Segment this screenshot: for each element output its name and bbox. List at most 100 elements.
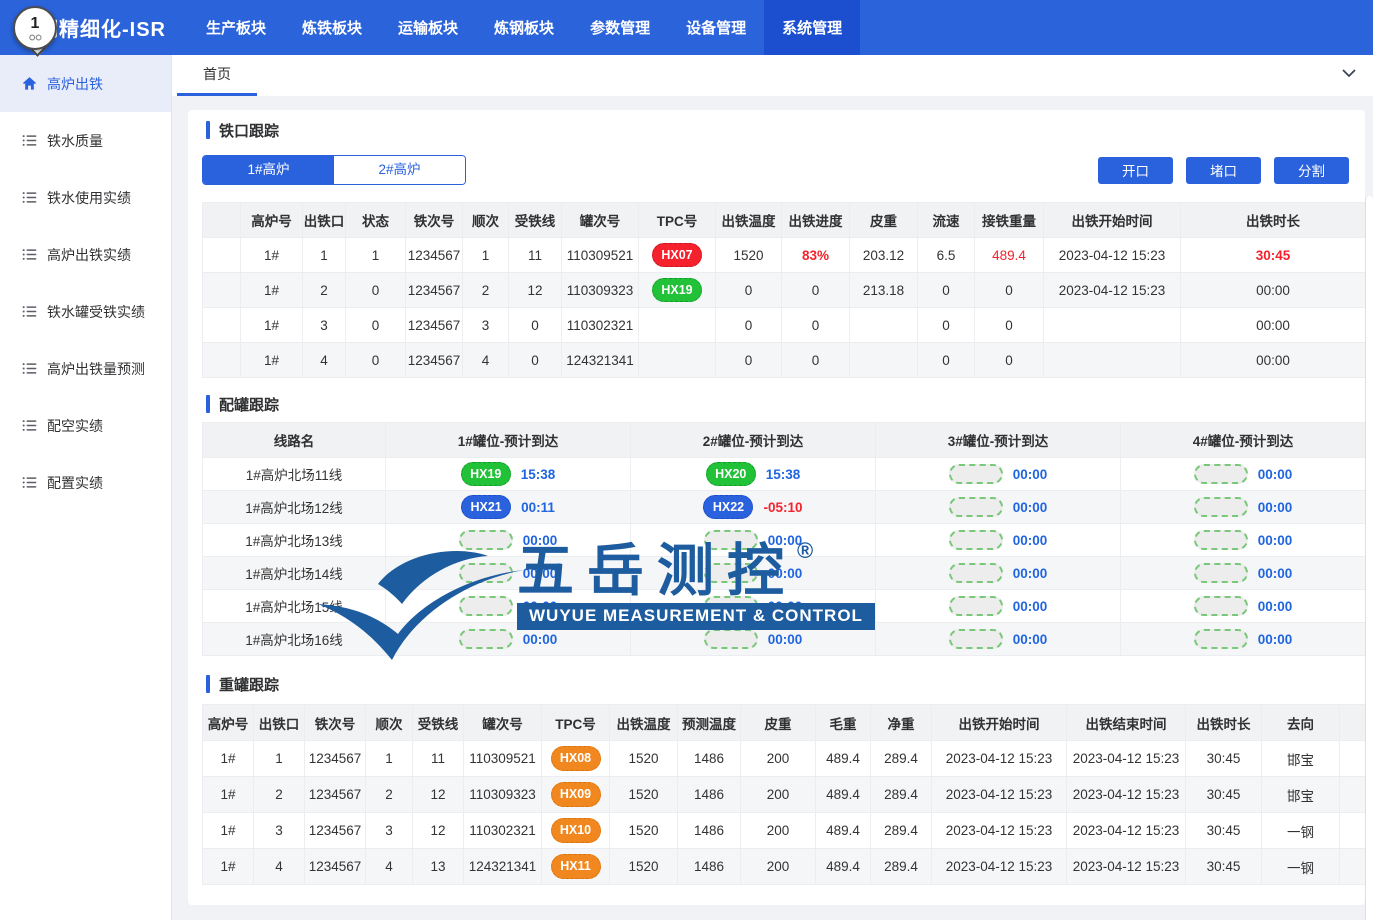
- column-header: 3#罐位-预计到达: [876, 423, 1121, 458]
- eta-time: 00:00: [768, 566, 803, 581]
- table-cell: 289.4: [871, 849, 932, 885]
- tpc-pill[interactable]: HX08: [551, 746, 601, 771]
- table-cell: 6.5: [918, 238, 975, 273]
- table-cell: 11: [509, 238, 562, 273]
- nav-item-6[interactable]: 设备管理: [668, 0, 764, 55]
- table-row[interactable]: 1#高炉北场13线00:0000:0000:0000:00: [203, 524, 1366, 557]
- chevron-down-icon[interactable]: [1341, 68, 1357, 78]
- table-row[interactable]: 1#31234567312110302321HX1015201486200489…: [203, 813, 1366, 849]
- table-cell: 1: [366, 741, 413, 777]
- sidebar-item-1[interactable]: 高炉出铁: [0, 55, 171, 112]
- table-cell: 1520: [610, 813, 678, 849]
- table-row[interactable]: 1#高炉北场12线HX2100:11HX22-05:1000:0000:00: [203, 491, 1366, 524]
- table-cell: 00:00: [1181, 273, 1366, 308]
- table-cell: 2: [254, 777, 305, 813]
- action-button-2[interactable]: 堵口: [1186, 157, 1261, 184]
- column-header: 出铁温度: [716, 203, 782, 238]
- tpc-pill[interactable]: HX11: [551, 854, 601, 879]
- action-button-3[interactable]: 分割: [1274, 157, 1349, 184]
- nav-item-3[interactable]: 运输板块: [380, 0, 476, 55]
- tpc-pill[interactable]: HX10: [551, 818, 601, 843]
- nav-item-4[interactable]: 炼钢板块: [476, 0, 572, 55]
- table-row[interactable]: 1#高炉北场15线00:0000:0000:0000:00: [203, 590, 1366, 623]
- eta-time: 00:00: [1258, 566, 1293, 581]
- table-cell: 4: [254, 849, 305, 885]
- list-icon: [22, 305, 37, 318]
- nav-item-1[interactable]: 生产板块: [188, 0, 284, 55]
- ladle-pill[interactable]: HX21: [461, 495, 511, 520]
- table-row[interactable]: 1#30123456730110302321000000:00: [203, 308, 1366, 343]
- table-cell: [203, 238, 241, 273]
- title-accent-bar: [206, 121, 210, 139]
- page-content: 铁口跟踪 1#高炉2#高炉 开口堵口分割 高炉号出铁口状态铁次号顺次受铁线罐次号…: [172, 96, 1373, 920]
- table-cell: [850, 343, 918, 378]
- action-button-1[interactable]: 开口: [1098, 157, 1173, 184]
- column-header: 出铁时长: [1181, 203, 1366, 238]
- ladle-pill[interactable]: HX22: [703, 495, 753, 520]
- table-cell: 30:45: [1186, 849, 1262, 885]
- table-cell: 0: [975, 343, 1044, 378]
- table-row[interactable]: 1#41234567413124321341HX1115201486200489…: [203, 849, 1366, 885]
- table-cell: 2: [366, 777, 413, 813]
- table-cell: 3: [303, 308, 346, 343]
- table-row[interactable]: 1#11234567111110309521HX0815201486200489…: [203, 741, 1366, 777]
- table-cell: 3: [463, 308, 509, 343]
- table-row[interactable]: 1#高炉北场11线HX1915:38HX2015:3800:0000:00: [203, 458, 1366, 491]
- nav-item-5[interactable]: 参数管理: [572, 0, 668, 55]
- table-row[interactable]: 1#201234567212110309323HX1900213.1800202…: [203, 273, 1366, 308]
- sidebar-item-6[interactable]: 高炉出铁量预测: [0, 340, 171, 397]
- eta-time: 00:00: [1258, 467, 1293, 482]
- table-cell: [850, 308, 918, 343]
- nav-item-7[interactable]: 系统管理: [764, 0, 860, 55]
- eta-time: 00:00: [1013, 533, 1048, 548]
- table-row[interactable]: 1#40123456740124321341000000:00: [203, 343, 1366, 378]
- tpc-pill[interactable]: HX09: [551, 782, 601, 807]
- table-cell: 12: [413, 813, 464, 849]
- furnace-tab-1[interactable]: 1#高炉: [203, 156, 334, 184]
- table-cell: 0: [346, 308, 406, 343]
- table-row[interactable]: 1#111234567111110309521HX07152083%203.12…: [203, 238, 1366, 273]
- empty-slot-pill: [704, 530, 758, 550]
- table-row[interactable]: 1#高炉北场14线00:0000:0000:0000:00: [203, 557, 1366, 590]
- eta-time: 00:00: [1013, 566, 1048, 581]
- list-icon: [22, 248, 37, 261]
- vertical-scrollbar[interactable]: [1365, 196, 1373, 920]
- table-cell: 一钢: [1262, 813, 1340, 849]
- column-header: 预计: [1340, 705, 1366, 741]
- nav-item-2[interactable]: 炼铁板块: [284, 0, 380, 55]
- table-cell: 0: [782, 343, 850, 378]
- list-icon: [22, 419, 37, 432]
- ladle-pill[interactable]: HX20: [706, 462, 756, 487]
- line-name-cell: 1#高炉北场12线: [203, 491, 386, 524]
- table-row[interactable]: 1#21234567212110309323HX0915201486200489…: [203, 777, 1366, 813]
- table-cell: 4: [366, 849, 413, 885]
- slot-cell: 00:00: [386, 590, 631, 623]
- column-header: 出铁时长: [1186, 705, 1262, 741]
- sidebar-item-4[interactable]: 高炉出铁实绩: [0, 226, 171, 283]
- table-cell: 1520: [610, 777, 678, 813]
- table-cell: 1234567: [406, 238, 463, 273]
- table-cell: 124321341: [464, 849, 542, 885]
- table-cell: 0: [975, 308, 1044, 343]
- tpc-pill[interactable]: HX07: [652, 243, 702, 268]
- table-cell: [203, 273, 241, 308]
- furnace-tab-2[interactable]: 2#高炉: [334, 156, 465, 184]
- tpc-pill[interactable]: HX19: [652, 278, 702, 303]
- tab-home[interactable]: 首页: [177, 55, 257, 96]
- table-row[interactable]: 1#高炉北场16线00:0000:0000:0000:00: [203, 623, 1366, 656]
- sidebar-item-7[interactable]: 配空实绩: [0, 397, 171, 454]
- sidebar-item-5[interactable]: 铁水罐受铁实绩: [0, 283, 171, 340]
- sidebar-item-3[interactable]: 铁水使用实绩: [0, 169, 171, 226]
- ladle-pill[interactable]: HX19: [461, 462, 511, 487]
- sidebar-item-8[interactable]: 配置实绩: [0, 454, 171, 511]
- table-cell: 489.4: [816, 741, 871, 777]
- table-cell: 1: [346, 238, 406, 273]
- table-cell: 00:00: [1181, 308, 1366, 343]
- table-cell: 11: [413, 741, 464, 777]
- table-cell: 110309521: [464, 741, 542, 777]
- sidebar-item-2[interactable]: 铁水质量: [0, 112, 171, 169]
- eta-time: 00:00: [768, 533, 803, 548]
- slot-cell: 00:00: [386, 524, 631, 557]
- table-cell: 1520: [610, 849, 678, 885]
- eta-time: 00:00: [768, 599, 803, 614]
